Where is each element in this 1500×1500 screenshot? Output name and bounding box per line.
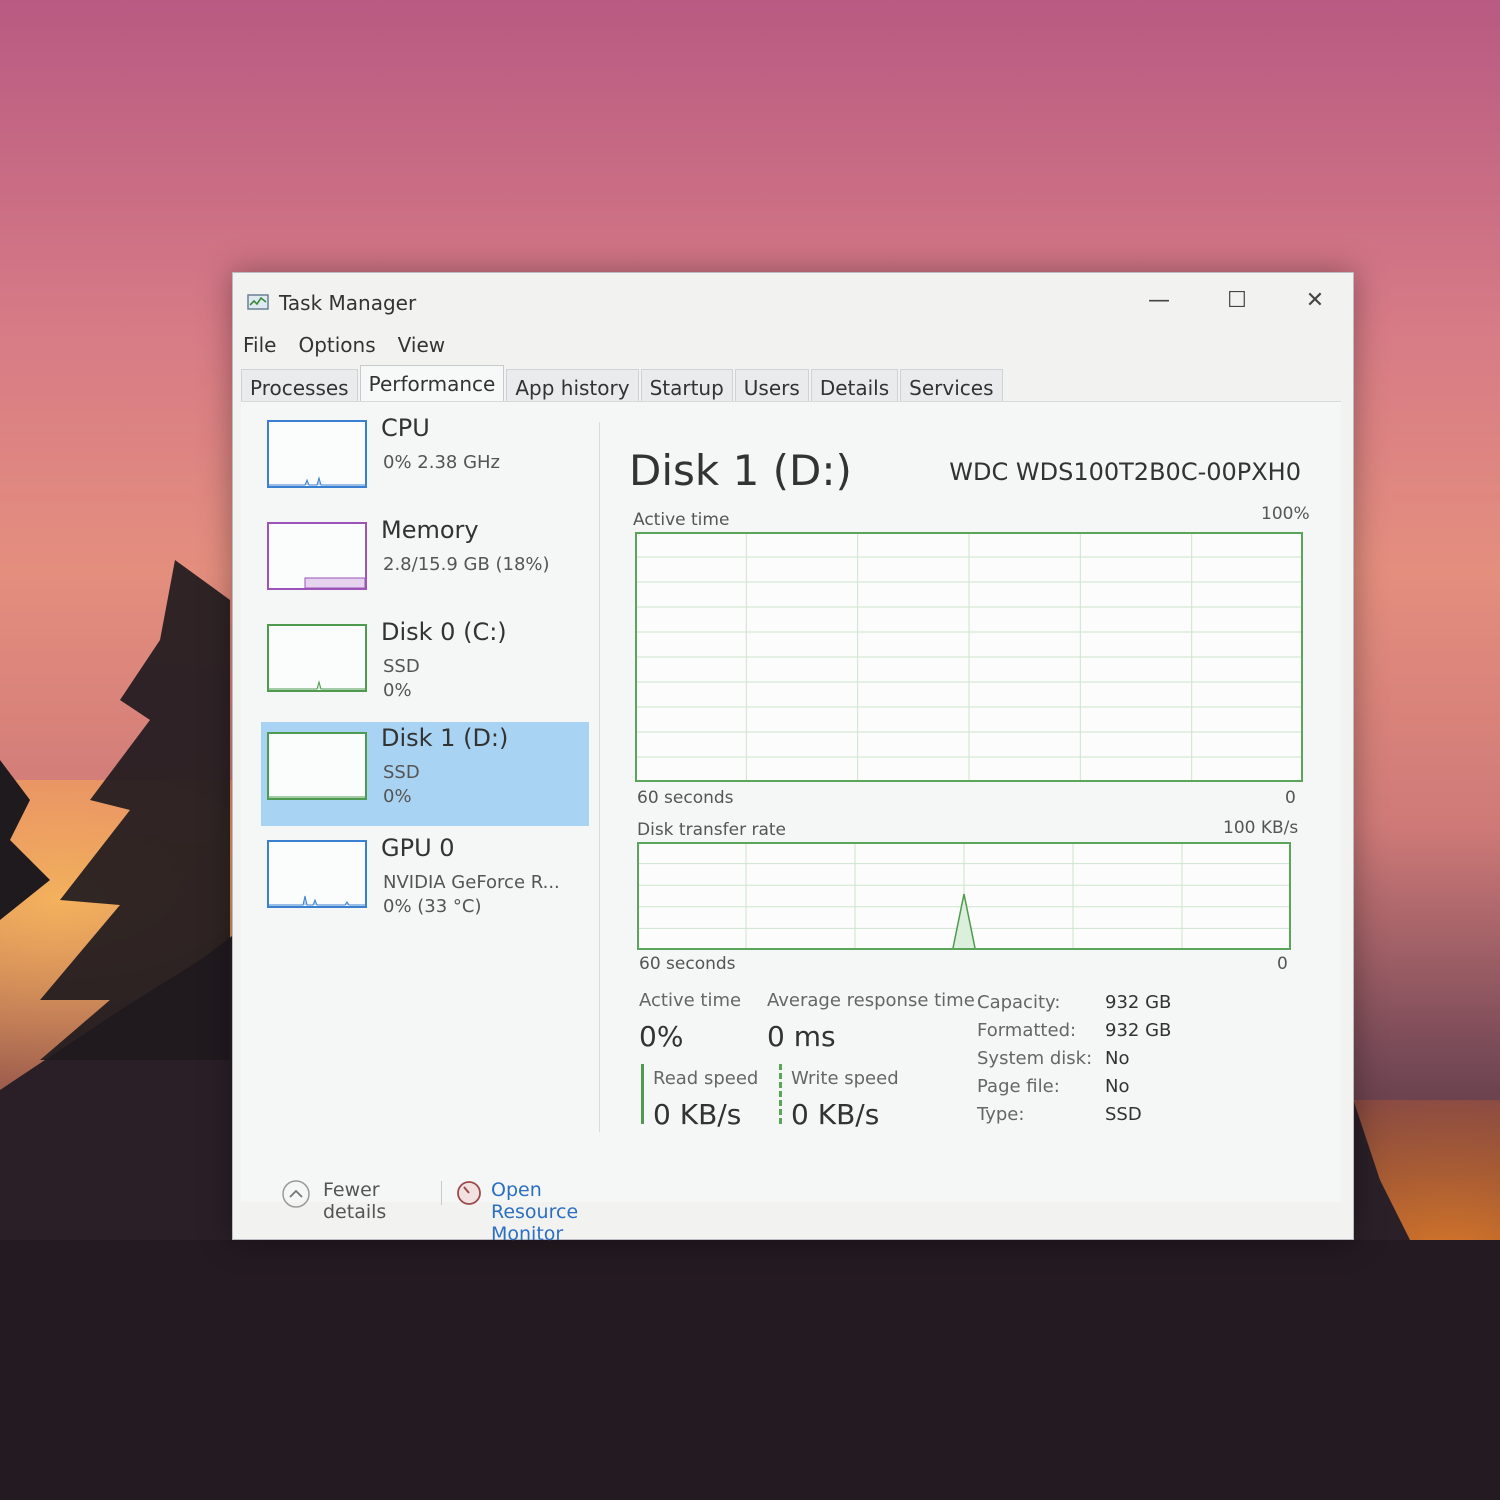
cpu-thumbnail-graph xyxy=(267,420,367,488)
sidebar-memory-title: Memory xyxy=(381,516,479,544)
close-button[interactable]: ✕ xyxy=(1285,281,1345,321)
transfer-rate-graph-time: 60 seconds xyxy=(639,954,736,974)
avg-response-time-value: 0 ms xyxy=(767,1020,836,1053)
sidebar-item-cpu[interactable]: CPU 0% 2.38 GHz xyxy=(261,412,589,512)
active-time-graph-label: Active time xyxy=(633,510,730,530)
system-disk-label: System disk: xyxy=(977,1048,1093,1069)
gpu-thumbnail-graph xyxy=(267,840,367,908)
task-manager-window: Task Manager — ☐ ✕ File Options View Pro… xyxy=(232,272,1354,1245)
sidebar-memory-usage: 2.8/15.9 GB (18%) xyxy=(383,554,550,575)
type-value: SSD xyxy=(1105,1104,1142,1125)
menu-options[interactable]: Options xyxy=(298,333,375,363)
disk1-thumbnail-graph xyxy=(267,732,367,800)
sidebar-item-disk-0[interactable]: Disk 0 (C:) SSD 0% xyxy=(261,616,589,716)
transfer-rate-graph-label: Disk transfer rate xyxy=(637,820,786,840)
avg-response-time-label: Average response time xyxy=(767,990,975,1011)
sidebar-divider xyxy=(599,422,600,1132)
sidebar-gpu-model: NVIDIA GeForce R... xyxy=(383,872,560,893)
active-time-graph-time: 60 seconds xyxy=(637,788,734,808)
resource-monitor-icon xyxy=(457,1181,481,1205)
tab-strip: Processes Performance App history Startu… xyxy=(241,365,1005,408)
type-label: Type: xyxy=(977,1104,1025,1125)
sidebar-item-gpu-0[interactable]: GPU 0 NVIDIA GeForce R... 0% (33 °C) xyxy=(261,832,589,932)
maximize-button[interactable]: ☐ xyxy=(1207,281,1267,321)
page-file-label: Page file: xyxy=(977,1076,1060,1097)
sidebar-disk0-type: SSD xyxy=(383,656,420,677)
task-manager-icon xyxy=(247,294,269,310)
read-speed-indicator xyxy=(641,1064,644,1124)
menu-file[interactable]: File xyxy=(243,333,276,363)
performance-content: CPU 0% 2.38 GHz Memory 2.8/15.9 GB (18%)… xyxy=(241,401,1341,1202)
sidebar-disk0-title: Disk 0 (C:) xyxy=(381,618,507,646)
page-file-value: No xyxy=(1105,1076,1130,1097)
transfer-rate-graph-max: 100 KB/s xyxy=(1223,818,1299,838)
open-resource-monitor-link[interactable]: Open Resource Monitor xyxy=(491,1179,578,1245)
system-disk-value: No xyxy=(1105,1048,1130,1069)
active-time-graph-min: 0 xyxy=(1285,788,1296,808)
capacity-label: Capacity: xyxy=(977,992,1061,1013)
write-speed-indicator xyxy=(779,1064,782,1124)
active-time-graph-max: 100% xyxy=(1261,504,1310,524)
active-time-graph xyxy=(635,532,1303,782)
menu-view[interactable]: View xyxy=(398,333,445,363)
transfer-rate-graph-min: 0 xyxy=(1277,954,1288,974)
sidebar-item-disk-1[interactable]: Disk 1 (D:) SSD 0% xyxy=(261,722,589,826)
active-time-value: 0% xyxy=(639,1020,684,1053)
formatted-value: 932 GB xyxy=(1105,1020,1172,1041)
chevron-up-circle-icon[interactable] xyxy=(281,1179,311,1209)
sidebar-gpu-title: GPU 0 xyxy=(381,834,455,862)
title-bar[interactable]: Task Manager — ☐ ✕ xyxy=(233,273,1353,327)
fewer-details-link[interactable]: Fewer details xyxy=(323,1179,386,1223)
footer-separator xyxy=(441,1181,442,1205)
sidebar-disk1-title: Disk 1 (D:) xyxy=(381,724,509,752)
transfer-rate-graph xyxy=(637,842,1291,950)
window-title: Task Manager xyxy=(279,291,417,315)
sidebar-disk1-type: SSD xyxy=(383,762,420,783)
write-speed-label: Write speed xyxy=(791,1068,899,1089)
sidebar-gpu-usage: 0% (33 °C) xyxy=(383,896,482,917)
active-time-label: Active time xyxy=(639,990,742,1011)
sidebar-disk0-usage: 0% xyxy=(383,680,412,701)
formatted-label: Formatted: xyxy=(977,1020,1077,1041)
menu-bar: File Options View xyxy=(243,333,445,363)
sidebar-cpu-usage: 0% 2.38 GHz xyxy=(383,452,501,473)
read-speed-value: 0 KB/s xyxy=(653,1098,742,1131)
disk-model: WDC WDS100T2B0C-00PXH0 xyxy=(949,458,1301,486)
sidebar-cpu-title: CPU xyxy=(381,414,430,442)
write-speed-value: 0 KB/s xyxy=(791,1098,880,1131)
disk0-thumbnail-graph xyxy=(267,624,367,692)
disk-title: Disk 1 (D:) xyxy=(629,446,852,495)
read-speed-label: Read speed xyxy=(653,1068,759,1089)
sidebar-item-memory[interactable]: Memory 2.8/15.9 GB (18%) xyxy=(261,514,589,614)
sidebar-disk1-usage: 0% xyxy=(383,786,412,807)
capacity-value: 932 GB xyxy=(1105,992,1172,1013)
minimize-button[interactable]: — xyxy=(1129,281,1189,321)
memory-thumbnail-graph xyxy=(267,522,367,590)
